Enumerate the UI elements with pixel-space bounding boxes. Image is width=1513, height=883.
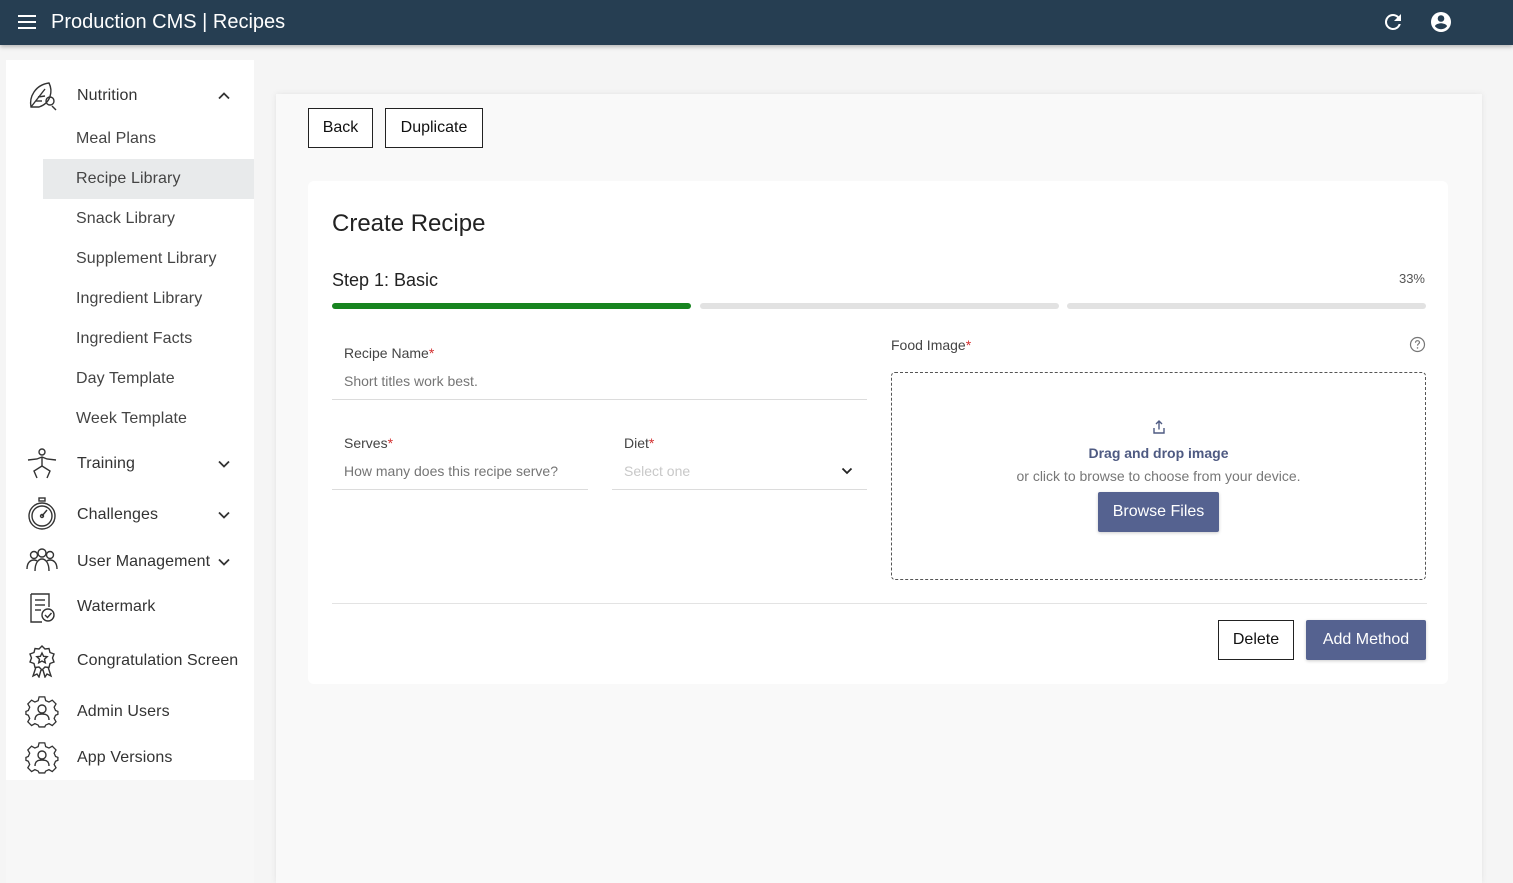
chevron-down-icon[interactable] xyxy=(216,456,232,472)
sidebar-item-meal-plans[interactable]: Meal Plans xyxy=(43,119,254,159)
diet-underline xyxy=(612,489,867,490)
leaf-icon xyxy=(25,79,59,113)
sidebar-group-label: App Versions xyxy=(77,749,173,766)
sidebar-group-training[interactable]: Training xyxy=(6,446,254,482)
upload-icon xyxy=(1151,419,1167,435)
help-circle-icon[interactable] xyxy=(1409,336,1426,353)
diet-select[interactable]: Select one xyxy=(612,457,867,485)
sidebar-footer xyxy=(6,780,254,883)
sidebar-group-watermark[interactable]: Watermark xyxy=(6,589,254,625)
dropzone-title: Drag and drop image xyxy=(1088,445,1229,461)
progress-percent: 33% xyxy=(1398,271,1425,286)
sidebar-item-recipe-library[interactable]: Recipe Library xyxy=(43,159,254,199)
users-icon xyxy=(25,545,59,579)
serves-label: Serves* xyxy=(344,435,393,451)
create-recipe-card: Create Recipe Step 1: Basic 33% Recipe N… xyxy=(308,181,1448,684)
sidebar-group-label: Congratulation Screen xyxy=(77,652,239,669)
recipe-name-input[interactable] xyxy=(332,367,843,395)
recipe-name-label: Recipe Name* xyxy=(344,345,434,361)
serves-underline xyxy=(332,489,588,490)
food-image-label-text: Food Image xyxy=(891,337,966,353)
chevron-down-icon[interactable] xyxy=(216,554,232,570)
sidebar-item-day-template[interactable]: Day Template xyxy=(43,359,254,399)
app-title: Production CMS | Recipes xyxy=(51,11,286,33)
diet-label: Diet* xyxy=(624,435,654,451)
sidebar-group-admin-users[interactable]: Admin Users xyxy=(6,694,254,730)
back-button[interactable]: Back xyxy=(308,108,373,148)
refresh-icon[interactable] xyxy=(1381,10,1405,34)
gear-user-icon xyxy=(25,741,59,775)
sidebar-group-user-management[interactable]: User Management xyxy=(6,544,254,580)
sidebar: Nutrition Meal Plans Recipe Library Snac… xyxy=(6,60,254,780)
chevron-down-icon[interactable] xyxy=(216,507,232,523)
serves-input[interactable] xyxy=(332,457,588,485)
hamburger-menu-icon[interactable] xyxy=(16,12,38,32)
progress-segment-1 xyxy=(332,303,691,309)
clipboard-check-icon xyxy=(25,590,59,624)
step-title: Step 1: Basic xyxy=(332,270,439,290)
sidebar-item-week-template[interactable]: Week Template xyxy=(43,399,254,439)
sidebar-group-nutrition[interactable]: Nutrition xyxy=(6,78,254,114)
sidebar-item-supplement-library[interactable]: Supplement Library xyxy=(43,239,254,279)
serves-label-text: Serves xyxy=(344,435,388,451)
sidebar-item-snack-library[interactable]: Snack Library xyxy=(43,199,254,239)
chevron-down-icon xyxy=(839,463,855,479)
required-mark: * xyxy=(387,435,394,451)
sidebar-group-label: Training xyxy=(77,455,136,472)
duplicate-button[interactable]: Duplicate xyxy=(385,108,483,148)
recipe-name-underline xyxy=(332,399,867,400)
required-mark: * xyxy=(965,337,972,353)
chevron-up-icon[interactable] xyxy=(216,88,232,104)
card-divider xyxy=(332,603,1427,604)
account-circle-icon[interactable] xyxy=(1429,10,1453,34)
sidebar-group-label: Admin Users xyxy=(77,703,170,720)
training-icon xyxy=(25,447,59,481)
progress-segment-2 xyxy=(700,303,1059,309)
sidebar-group-label: Challenges xyxy=(77,506,159,523)
browse-files-button[interactable]: Browse Files xyxy=(1098,492,1219,532)
image-dropzone[interactable]: Drag and drop image or click to browse t… xyxy=(891,372,1426,580)
food-image-label: Food Image* xyxy=(891,337,971,353)
required-mark: * xyxy=(428,345,435,361)
sidebar-item-ingredient-facts[interactable]: Ingredient Facts xyxy=(43,319,254,359)
sidebar-group-congratulation-screen[interactable]: Congratulation Screen xyxy=(6,642,254,680)
top-app-bar: Production CMS | Recipes xyxy=(0,0,1513,45)
sidebar-group-label: Nutrition xyxy=(77,87,138,104)
sidebar-group-app-versions[interactable]: App Versions xyxy=(6,740,254,776)
form-title: Create Recipe xyxy=(332,210,486,237)
add-method-button[interactable]: Add Method xyxy=(1306,620,1426,660)
diet-label-text: Diet xyxy=(624,435,649,451)
sidebar-group-label: Watermark xyxy=(77,598,156,615)
gear-user-icon xyxy=(25,695,59,729)
required-mark: * xyxy=(648,435,655,451)
sidebar-item-ingredient-library[interactable]: Ingredient Library xyxy=(43,279,254,319)
sidebar-group-label: User Management xyxy=(77,553,211,570)
sidebar-group-challenges[interactable]: Challenges xyxy=(6,497,254,533)
stopwatch-icon xyxy=(25,497,59,531)
diet-select-placeholder: Select one xyxy=(624,463,691,479)
award-icon xyxy=(25,644,59,679)
dropzone-subtitle: or click to browse to choose from your d… xyxy=(1016,468,1301,484)
recipe-name-label-text: Recipe Name xyxy=(344,345,429,361)
progress-segment-3 xyxy=(1067,303,1426,309)
delete-button[interactable]: Delete xyxy=(1218,620,1294,660)
